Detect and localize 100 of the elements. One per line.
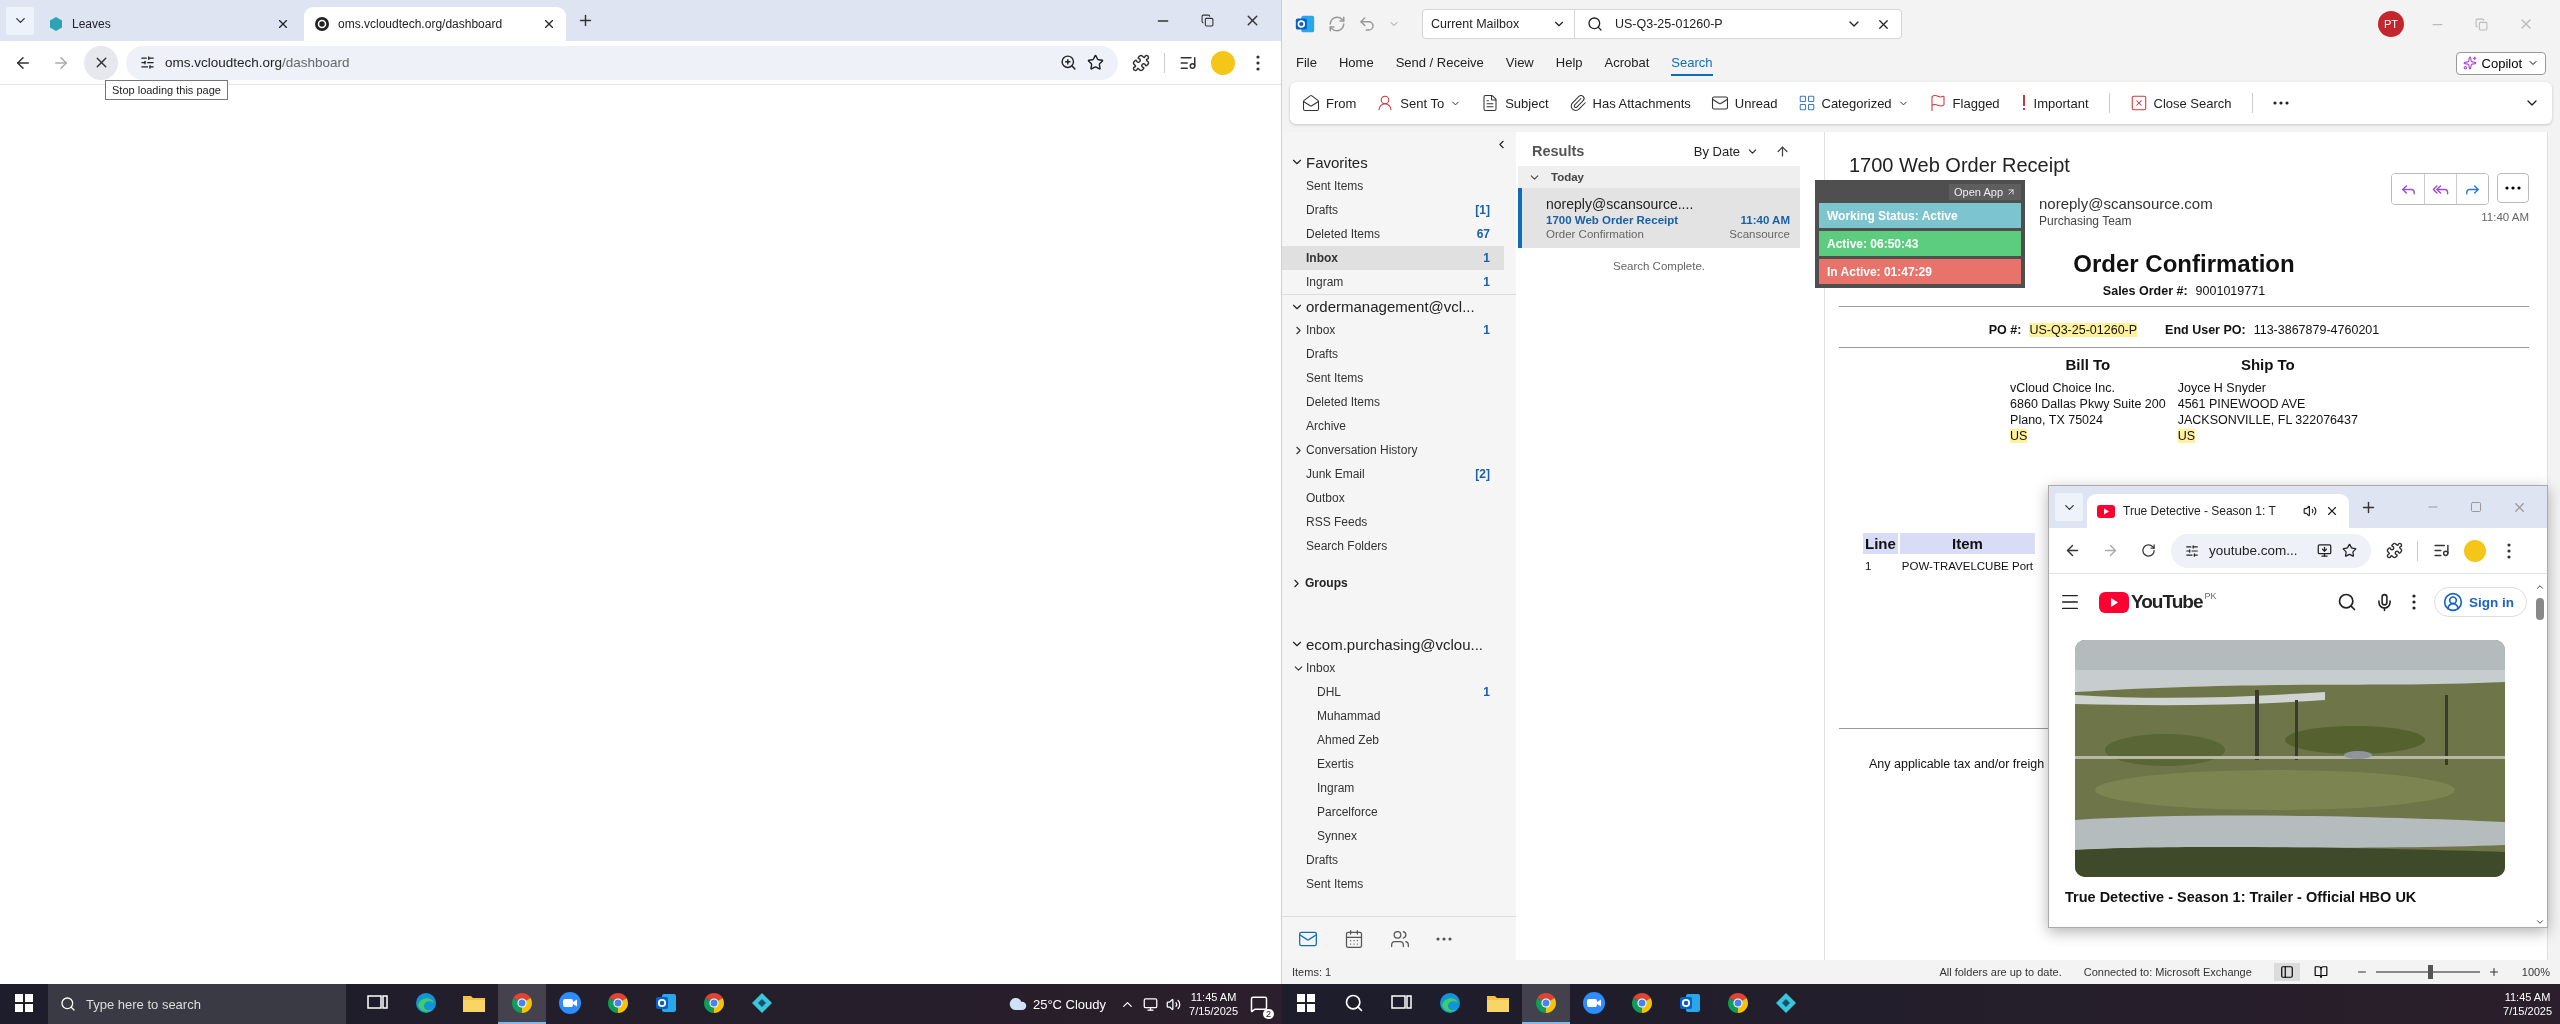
stop-button[interactable] (84, 45, 118, 80)
folder-item[interactable]: Drafts (1282, 342, 1504, 366)
ribbon-button[interactable]: Sent To (1376, 94, 1462, 112)
menu-tab[interactable]: View (1505, 50, 1534, 76)
site-settings-icon[interactable] (140, 55, 155, 70)
more-icon[interactable] (2272, 101, 2289, 105)
folder-item[interactable]: Muhammad (1282, 704, 1504, 728)
search-icon (1587, 16, 1603, 32)
open-app-link[interactable]: Open App (1949, 184, 2021, 200)
folder-item[interactable]: Synnex (1282, 824, 1504, 848)
folder-item[interactable]: Conversation History (1282, 438, 1504, 462)
close-icon[interactable] (2325, 504, 2339, 518)
weather-widget[interactable]: 25°C Cloudy (1008, 995, 1107, 1013)
ribbon-button[interactable]: Unread (1710, 94, 1778, 112)
slider-thumb[interactable] (2427, 965, 2433, 979)
folder-item[interactable]: Sent Items (1282, 872, 1504, 896)
undo-icon[interactable] (1358, 15, 1376, 33)
folder-item[interactable]: RSS Feeds (1282, 510, 1504, 534)
site-settings-icon[interactable] (2185, 543, 2199, 558)
close-icon[interactable] (542, 17, 556, 31)
folder-item[interactable]: Ahmed Zeb (1282, 728, 1504, 752)
ribbon-button[interactable]: Important (2019, 94, 2089, 112)
more-vertical-icon[interactable] (2412, 594, 2416, 610)
zoom-in-icon[interactable] (2487, 966, 2500, 978)
scroll-thumb[interactable] (2536, 598, 2544, 620)
search-scope-dropdown[interactable]: Current Mailbox (1423, 10, 1575, 38)
browser-tab[interactable]: True Detective - Season 1: T (2087, 494, 2349, 528)
more-icon (1436, 936, 1452, 941)
field-label: End User PO: (2165, 323, 2246, 337)
folder-item[interactable]: Sent Items (1282, 366, 1504, 390)
folder-item[interactable]: Inbox 1 (1282, 246, 1504, 270)
scroll-up-icon[interactable] (2535, 582, 2545, 592)
folder-item[interactable]: Junk Email [2] (1282, 462, 1504, 486)
clock-date: 7/15/2025 (2503, 1004, 2552, 1018)
search-icon[interactable] (2337, 592, 2357, 612)
bookmark-star-icon[interactable] (2342, 543, 2357, 558)
user-icon (2443, 592, 2463, 612)
menu-tab[interactable]: Search (1671, 50, 1713, 76)
sort-dropdown[interactable]: By Date (1693, 143, 1759, 159)
folder-item[interactable]: Ingram 1 (1282, 270, 1504, 294)
mail-app-icon (654, 991, 678, 1015)
menu-tab[interactable]: Help (1555, 50, 1583, 76)
folder-item[interactable]: Sent Items (1282, 174, 1504, 198)
folder-item[interactable]: Exertis (1282, 752, 1504, 776)
normal-view-button[interactable] (2273, 963, 2300, 981)
group-header[interactable]: Today (1518, 166, 1800, 188)
folder-item[interactable]: Inbox (1282, 656, 1504, 680)
folder-item[interactable]: DHL 1 (1282, 680, 1504, 704)
folder-section[interactable]: Groups (1282, 570, 1516, 596)
menu-tab[interactable]: Acrobat (1604, 50, 1650, 76)
account-header[interactable]: Favorites (1282, 150, 1516, 174)
ribbon-button[interactable]: Flagged (1928, 94, 2000, 112)
ribbon-button[interactable]: Has Attachments (1568, 94, 1691, 112)
account-header[interactable]: ecom.purchasing@vclou... (1282, 632, 1516, 656)
speaker-icon[interactable] (2303, 504, 2317, 518)
folder-item[interactable]: Outbox (1282, 486, 1504, 510)
volume-icon[interactable] (1166, 996, 1182, 1012)
sync-icon[interactable] (1328, 15, 1346, 33)
sign-in-button[interactable]: Sign in (2434, 587, 2527, 617)
microphone-icon[interactable] (2375, 592, 2394, 612)
ribbon-button[interactable]: From (1302, 94, 1357, 112)
taskbar-app[interactable] (1522, 984, 1570, 1024)
address-bar[interactable]: youtube.com... (2171, 533, 2371, 568)
message-item[interactable]: noreply@scansource.... 1700 Web Order Receipt 11:40 AM Order Confirmation Scansource (1518, 188, 1800, 248)
more-button[interactable] (2497, 173, 2529, 203)
install-icon[interactable] (2317, 543, 2332, 558)
taskbar-search[interactable]: Type here to search (48, 984, 346, 1024)
folder-item[interactable]: Deleted Items 67 (1282, 222, 1504, 246)
browser-tab[interactable]: oms.vcloudtech.org/dashboard (304, 7, 566, 41)
browser-tab[interactable]: Leaves (38, 7, 300, 41)
folder-item[interactable]: Search Folders (1282, 534, 1504, 558)
bookmark-star-icon[interactable] (1087, 54, 1104, 71)
scroll-down-icon[interactable] (2535, 917, 2545, 927)
grid-icon (1797, 94, 1816, 112)
folder-item[interactable]: Archive (1282, 414, 1504, 438)
folder-item[interactable]: Ingram (1282, 776, 1504, 800)
search-field[interactable]: Current Mailbox US-Q3-25-01260-P (1422, 9, 1902, 39)
folder-item[interactable]: Deleted Items (1282, 390, 1504, 414)
taskbar-app[interactable] (498, 984, 546, 1024)
menu-tab[interactable]: File (1296, 50, 1317, 76)
zoom-icon[interactable] (1060, 54, 1077, 71)
notifications-button[interactable]: 2 (1246, 991, 1272, 1017)
folder-item[interactable]: Drafts (1282, 848, 1504, 872)
folder-item[interactable]: Parcelforce (1282, 800, 1504, 824)
ribbon-button[interactable]: Close Search (2129, 94, 2232, 112)
folder-item[interactable]: Inbox 1 (1282, 318, 1504, 342)
account-avatar[interactable]: PT (2378, 11, 2404, 37)
ribbon-button[interactable]: Subject (1481, 94, 1549, 112)
close-icon[interactable] (276, 17, 290, 31)
forward-button[interactable] (2456, 174, 2488, 204)
restore-icon[interactable] (1201, 14, 1214, 27)
menu-tab[interactable]: Home (1338, 50, 1374, 76)
ribbon-button[interactable]: Categorized (1797, 94, 1909, 112)
menu-tab[interactable]: Send / Receive (1395, 50, 1484, 76)
address-bar[interactable]: oms.vcloudtech.org/dashboard (126, 45, 1118, 80)
column-header: Line (1863, 533, 1898, 554)
copilot-button[interactable]: Copilot (2455, 51, 2546, 75)
people-icon (1390, 928, 1410, 949)
folder-item[interactable]: Drafts [1] (1282, 198, 1504, 222)
account-header[interactable]: ordermanagement@vcl... (1282, 294, 1516, 318)
